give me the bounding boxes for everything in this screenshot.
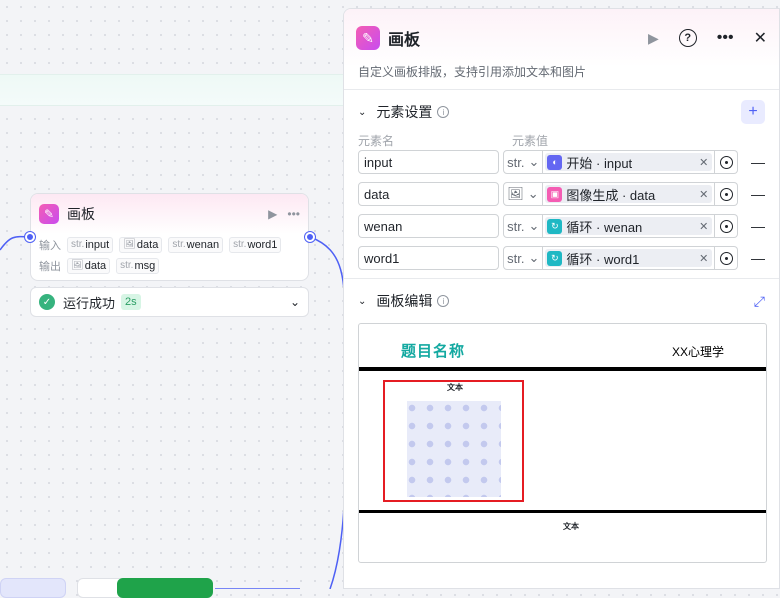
element-name-input[interactable]: word1 bbox=[358, 246, 500, 270]
element-value[interactable]: ▣ 图像生成 · data ✕ bbox=[543, 182, 716, 206]
ref-label: 循环 · word1 bbox=[566, 251, 640, 267]
image-icon: ▣ bbox=[547, 186, 563, 202]
start-icon: ◐ bbox=[547, 154, 563, 170]
loop-icon: ↻ bbox=[547, 218, 563, 234]
help-icon[interactable]: ? bbox=[678, 29, 697, 47]
chevron-down-icon[interactable]: ⌄ bbox=[290, 295, 300, 309]
node-inputs: 输入 str. input 🖼 data str. wenan str. word1 bbox=[31, 234, 308, 255]
element-value[interactable]: ◐ 开始 · input ✕ bbox=[543, 150, 716, 174]
section-title: 画板编辑 bbox=[376, 293, 433, 309]
close-icon[interactable]: ✕ bbox=[754, 28, 767, 48]
input-label: 输入 bbox=[39, 239, 61, 252]
col-value-header: 元素值 bbox=[512, 134, 549, 148]
elements-section: ⌄ 元素设置 i + 元素名 元素值 input str. ⌄ ◐ 开始 · inpu… bbox=[344, 89, 779, 270]
loop-icon: ↻ bbox=[547, 250, 563, 266]
image-icon: 🖼 bbox=[71, 260, 84, 271]
add-element-button[interactable]: + bbox=[741, 100, 765, 124]
element-name-input[interactable]: data bbox=[358, 182, 500, 206]
ref-label: 开始 · input bbox=[566, 155, 633, 171]
info-icon[interactable]: i bbox=[437, 106, 450, 118]
element-row: data 🖼 ⌄ ▣ 图像生成 · data ✕ — bbox=[358, 182, 765, 206]
node-outputs: 输出 🖼 data str. msg bbox=[31, 255, 308, 276]
element-value[interactable]: ↻ 循环 · word1 ✕ bbox=[543, 246, 716, 270]
canvas-subtitle-text[interactable]: XX心理学 bbox=[672, 343, 724, 360]
properties-panel: ✎ 画板 ▶ ? ••• ✕ 自定义画板排版，支持引用添加文本和图片 ⌄ 元素设… bbox=[343, 8, 780, 589]
remove-row-button[interactable]: — bbox=[751, 154, 765, 170]
type-select[interactable]: str. ⌄ bbox=[503, 246, 544, 270]
canvas-node[interactable]: ✎ 画板 ▶ ••• 输入 str. input 🖼 data str. wenan … bbox=[30, 193, 309, 281]
divider-line[interactable] bbox=[359, 510, 766, 513]
output-label: 输出 bbox=[39, 260, 61, 273]
clear-icon[interactable]: ✕ bbox=[699, 156, 708, 169]
status-text: 运行成功 bbox=[63, 295, 116, 311]
input-tag: str. wenan bbox=[168, 236, 224, 253]
remove-row-button[interactable]: — bbox=[751, 250, 765, 266]
element-name-input[interactable]: input bbox=[358, 150, 500, 174]
selection-box[interactable] bbox=[383, 380, 524, 502]
collapse-icon[interactable]: ⌄ bbox=[358, 296, 366, 307]
info-icon[interactable]: i bbox=[437, 295, 450, 307]
element-row: wenan str. ⌄ ↻ 循环 · wenan ✕ — bbox=[358, 214, 765, 238]
col-name-header: 元素名 bbox=[358, 134, 395, 148]
editor-section: ⌄ 画板编辑 i ⤢ 题目名称 XX心理学 文本 文本 bbox=[344, 278, 779, 563]
play-icon[interactable]: ▶ bbox=[648, 30, 659, 47]
remove-row-button[interactable]: — bbox=[751, 218, 765, 234]
clear-icon[interactable]: ✕ bbox=[699, 220, 708, 233]
panel-title: 画板 bbox=[388, 32, 421, 49]
panel-description: 自定义画板排版，支持引用添加文本和图片 bbox=[358, 65, 587, 79]
element-row: word1 str. ⌄ ↻ 循环 · word1 ✕ — bbox=[358, 246, 765, 270]
remove-row-button[interactable]: — bbox=[751, 186, 765, 202]
variable-picker-icon[interactable] bbox=[715, 246, 738, 270]
chevron-down-icon: ⌄ bbox=[528, 218, 540, 233]
divider-line[interactable] bbox=[359, 367, 766, 371]
ref-label: 图像生成 · data bbox=[566, 187, 656, 203]
variable-picker-icon[interactable] bbox=[715, 150, 738, 174]
clear-icon[interactable]: ✕ bbox=[699, 188, 708, 201]
run-node-icon[interactable]: ▶ bbox=[268, 207, 277, 221]
type-select[interactable]: 🖼 ⌄ bbox=[503, 182, 544, 206]
type-select[interactable]: str. ⌄ bbox=[503, 150, 544, 174]
section-title: 元素设置 bbox=[376, 104, 433, 120]
check-circle-icon: ✓ bbox=[39, 294, 55, 310]
more-icon[interactable]: ••• bbox=[717, 29, 734, 47]
image-icon: 🖼 bbox=[123, 239, 136, 250]
element-value[interactable]: ↻ 循环 · wenan ✕ bbox=[543, 214, 716, 238]
canvas-text-element[interactable]: 文本 bbox=[563, 521, 579, 532]
expand-icon[interactable]: ⤢ bbox=[754, 293, 765, 310]
canvas-title-text[interactable]: 题目名称 bbox=[401, 340, 465, 361]
output-tag: str. msg bbox=[116, 257, 160, 274]
bottom-node[interactable] bbox=[0, 578, 66, 598]
bottom-node-green[interactable] bbox=[117, 578, 213, 598]
variable-picker-icon[interactable] bbox=[715, 182, 739, 206]
input-tag: str. input bbox=[67, 236, 114, 253]
duration-badge: 2s bbox=[121, 294, 141, 310]
image-icon: 🖼 bbox=[507, 186, 524, 201]
chevron-down-icon: ⌄ bbox=[528, 154, 540, 169]
chevron-down-icon: ⌄ bbox=[528, 250, 540, 265]
input-tag: str. word1 bbox=[229, 236, 282, 253]
canvas-panel-icon: ✎ bbox=[356, 26, 380, 50]
canvas-node-icon: ✎ bbox=[39, 204, 59, 224]
variable-picker-icon[interactable] bbox=[715, 214, 738, 238]
more-icon[interactable]: ••• bbox=[287, 207, 300, 221]
output-port[interactable] bbox=[305, 232, 315, 242]
collapse-icon[interactable]: ⌄ bbox=[358, 107, 366, 118]
ref-label: 循环 · wenan bbox=[566, 219, 643, 235]
element-row: input str. ⌄ ◐ 开始 · input ✕ — bbox=[358, 150, 765, 174]
run-status[interactable]: ✓ 运行成功 2s ⌄ bbox=[30, 287, 309, 317]
output-tag: 🖼 data bbox=[67, 257, 111, 274]
element-name-input[interactable]: wenan bbox=[358, 214, 500, 238]
chevron-down-icon: ⌄ bbox=[527, 186, 539, 201]
canvas-band bbox=[0, 74, 346, 106]
input-port[interactable] bbox=[25, 232, 35, 242]
node-title: 画板 bbox=[67, 206, 95, 222]
canvas-editor[interactable]: 题目名称 XX心理学 文本 文本 bbox=[358, 323, 767, 563]
clear-icon[interactable]: ✕ bbox=[699, 252, 708, 265]
type-select[interactable]: str. ⌄ bbox=[503, 214, 544, 238]
input-tag: 🖼 data bbox=[119, 236, 163, 253]
